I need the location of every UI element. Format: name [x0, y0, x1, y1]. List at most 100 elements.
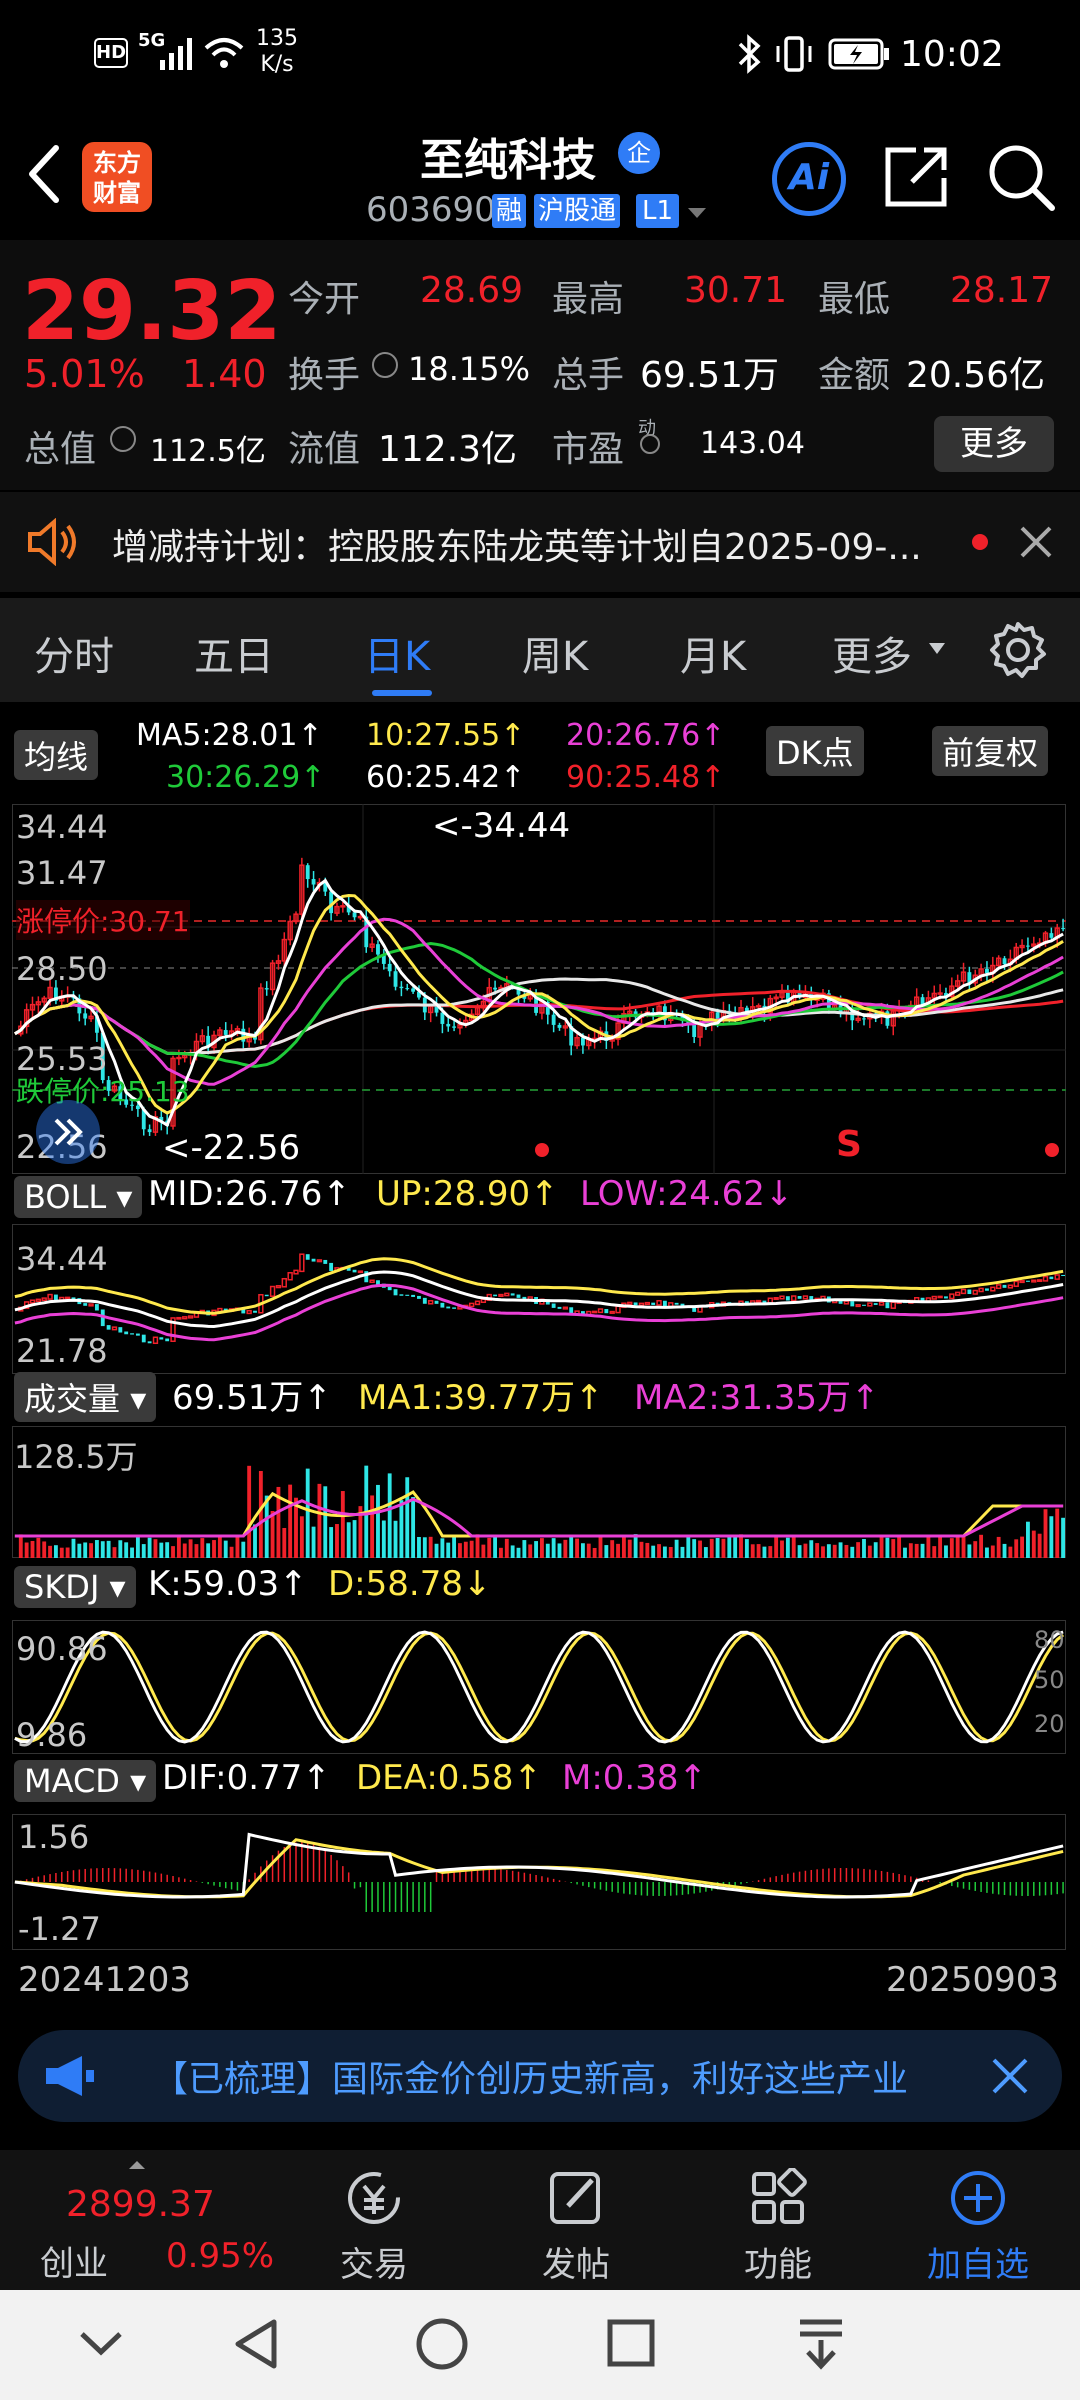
pe-label: 市盈	[552, 429, 625, 470]
close-icon[interactable]	[1018, 524, 1054, 560]
nav-recents-icon[interactable]	[606, 2318, 656, 2368]
open-label: 今开	[288, 279, 361, 320]
pe-info-icon[interactable]	[640, 434, 660, 454]
ma90-value: 90:25.48↑	[566, 760, 726, 795]
high-value: 30.71	[684, 270, 788, 311]
ma10-value: 10:27.55↑	[366, 718, 526, 753]
logo-line1: 东方	[93, 149, 141, 177]
bottom-tab-bar: 2899.37 创业 0.95% 交易 发帖 功能 加自选	[0, 2150, 1080, 2290]
gear-icon[interactable]	[988, 620, 1048, 680]
tab-more[interactable]: 更多	[832, 624, 912, 682]
system-nav-bar	[0, 2290, 1080, 2400]
index-percent[interactable]: 0.95%	[166, 2236, 274, 2276]
adjust-mode-button[interactable]: 前复权	[932, 726, 1049, 776]
index-name[interactable]: 创业	[40, 2236, 108, 2285]
x-axis-end: 20250903	[886, 1960, 1060, 2000]
volume-selector-label: 成交量	[24, 1380, 121, 1418]
skdj-ref-20: 20	[1034, 1710, 1065, 1738]
amount-label: 金额	[818, 355, 891, 396]
volume-ma1: MA1:39.77万↑	[358, 1378, 604, 1418]
ma30-value: 30:26.29↑	[166, 760, 326, 795]
notice-bar[interactable]: 增减持计划：控股股东陆龙英等计划自2025-09-...	[0, 492, 1080, 592]
ma-selector[interactable]: 均线	[14, 730, 99, 780]
tab-five-day[interactable]: 五日	[194, 624, 274, 682]
volume-ma2: MA2:31.35万↑	[634, 1378, 880, 1418]
kline-main-panel	[12, 804, 1066, 1174]
ma-selector-label: 均线	[24, 738, 89, 776]
change-amount: 1.40	[182, 352, 267, 396]
news-banner[interactable]: 【已梳理】国际金价创历史新高，利好这些产业	[18, 2030, 1062, 2122]
tab-weekly-k[interactable]: 周K	[522, 624, 588, 682]
tab-daily-k[interactable]: 日K	[364, 624, 430, 682]
boll-panel	[12, 1224, 1066, 1374]
open-value: 28.69	[420, 270, 524, 311]
tab-trade[interactable]: 交易	[304, 2168, 444, 2286]
macd-dea: DEA:0.58↑	[356, 1758, 542, 1798]
macd-dif: DIF:0.77↑	[162, 1758, 331, 1798]
volume-selector[interactable]: 成交量 ▾	[14, 1372, 157, 1422]
wifi-icon	[204, 38, 244, 68]
back-icon[interactable]	[24, 144, 64, 204]
skdj-panel	[12, 1620, 1066, 1754]
signal-icon	[160, 38, 192, 70]
active-tab-indicator	[372, 690, 432, 696]
skdj-d: D:58.78↓	[328, 1564, 492, 1604]
skdj-selector[interactable]: SKDJ ▾	[14, 1566, 136, 1608]
double-chevron-icon	[54, 1118, 83, 1146]
tab-functions-label: 功能	[744, 2245, 812, 2285]
boll-y-bottom: 21.78	[16, 1332, 108, 1370]
nav-home-icon[interactable]	[414, 2316, 470, 2372]
limit-up-label: 涨停价:30.71	[16, 900, 190, 940]
market-cap-info-icon[interactable]	[110, 426, 136, 452]
level1-tag[interactable]: L1	[636, 194, 680, 228]
volume-panel	[12, 1426, 1066, 1558]
skdj-selector-label: SKDJ	[24, 1568, 100, 1606]
share-icon[interactable]	[882, 142, 952, 212]
macd-panel	[12, 1814, 1066, 1950]
volume-value: 69.51万	[640, 355, 780, 396]
close-icon[interactable]	[990, 2056, 1030, 2096]
bluetooth-icon	[738, 34, 761, 74]
nav-back-icon[interactable]	[230, 2316, 280, 2372]
dk-point-button[interactable]: DK点	[766, 726, 864, 776]
boll-selector[interactable]: BOLL ▾	[14, 1176, 143, 1218]
x-axis-start: 20241203	[18, 1960, 192, 2000]
app-logo[interactable]: 东方 财富	[82, 142, 152, 212]
period-tabs: 分时 五日 日K 周K 月K 更多	[0, 598, 1080, 702]
ma5-value: MA5:28.01↑	[136, 718, 323, 753]
market-cap-label: 总值	[24, 429, 97, 470]
search-icon[interactable]	[986, 142, 1056, 212]
status-bar: HD 5G 135 K/s 10:02	[0, 0, 1080, 110]
net-speed-unit: K/s	[260, 52, 294, 77]
macd-y-bottom: -1.27	[18, 1910, 101, 1948]
add-watchlist-button[interactable]: 加自选	[908, 2168, 1048, 2286]
tab-intraday[interactable]: 分时	[34, 624, 114, 682]
expand-chart-button[interactable]	[36, 1100, 100, 1164]
caret-up-icon	[129, 2161, 145, 2169]
chevron-down-icon[interactable]	[78, 2324, 124, 2364]
kline-chart-area[interactable]: 均线 MA5:28.01↑ 10:27.55↑ 20:26.76↑ 30:26.…	[0, 704, 1080, 2004]
volume-current: 69.51万↑	[172, 1378, 332, 1418]
dk-point-label: DK点	[776, 734, 854, 772]
ai-assistant-button[interactable]: Ai	[772, 142, 846, 216]
ma60-value: 60:25.42↑	[366, 760, 526, 795]
yuan-exchange-icon	[348, 2172, 400, 2224]
more-quote-button[interactable]: 更多	[934, 416, 1054, 472]
tab-post-label: 发帖	[542, 2245, 610, 2285]
nav-download-icon[interactable]	[796, 2316, 846, 2372]
low-value: 28.17	[950, 270, 1054, 311]
turnover-info-icon[interactable]	[372, 352, 398, 378]
tab-functions[interactable]: 功能	[708, 2167, 848, 2286]
tab-post[interactable]: 发帖	[506, 2168, 646, 2286]
volume-label: 总手	[552, 355, 625, 396]
tab-monthly-k[interactable]: 月K	[680, 624, 746, 682]
main-y-3: 28.50	[16, 950, 108, 988]
skdj-y-top: 90.86	[16, 1630, 108, 1668]
stock-header: 东方 财富 至纯科技 企 603690 融 沪股通 L1 Ai	[0, 110, 1080, 240]
index-value[interactable]: 2899.37	[66, 2184, 215, 2225]
caret-down-icon[interactable]	[686, 206, 708, 220]
boll-up: UP:28.90↑	[376, 1174, 559, 1214]
low-label: 最低	[818, 279, 891, 320]
macd-selector[interactable]: MACD ▾	[14, 1760, 157, 1802]
unread-dot	[972, 534, 988, 550]
